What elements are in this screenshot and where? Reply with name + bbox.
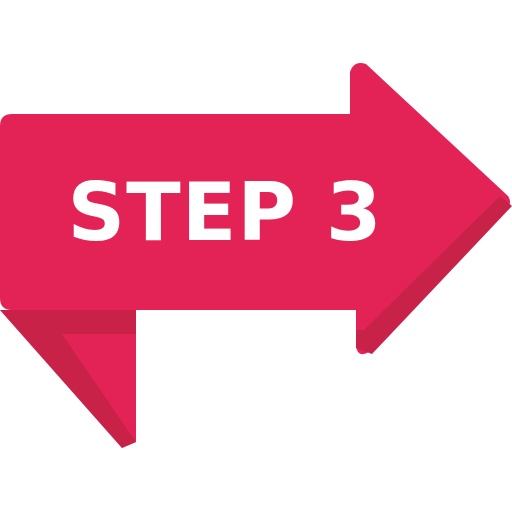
step-label: STEP 3 — [67, 166, 383, 259]
step-arrow-graphic: STEP 3 — [0, 0, 512, 512]
